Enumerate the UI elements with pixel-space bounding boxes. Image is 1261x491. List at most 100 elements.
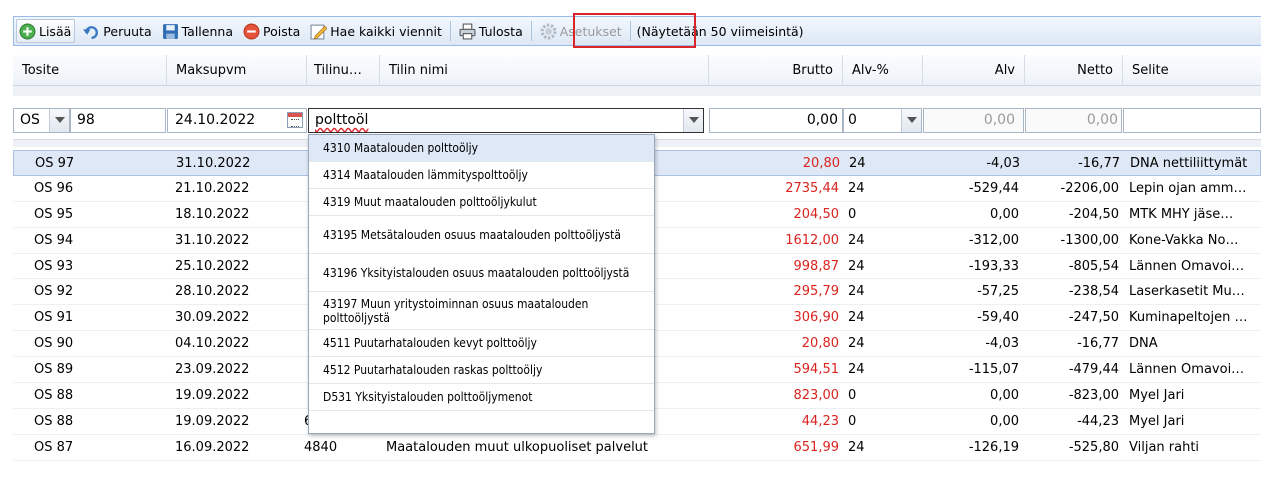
cell-date: 25.10.2022 (175, 258, 250, 274)
account-dropdown-list: 4310 Maatalouden polttoöljy 4314 Maatalou… (308, 134, 655, 434)
cell-vatp: 24 (848, 284, 865, 300)
cell-vat: -529,44 (968, 180, 1019, 196)
dropdown-option[interactable]: 43196 Yksityistalouden osuus maatalouden… (309, 254, 654, 292)
printer-icon (459, 23, 476, 39)
cell-vatp: 24 (848, 258, 865, 274)
settings-label: Asetukset (559, 23, 622, 39)
cell-tosite: OS 97 (35, 156, 75, 171)
cell-desc: Lepin ojan amm… (1129, 180, 1247, 196)
dropdown-option[interactable]: 4512 Puutarhatalouden raskas polttoöljy (309, 357, 654, 384)
dropdown-option[interactable]: D531 Yksityistalouden polttoöljymenot (309, 384, 654, 411)
print-button[interactable]: Tulosta (457, 19, 525, 43)
cell-desc: Lännen Omavoi… (1129, 258, 1245, 274)
column-header-maksupvm[interactable]: Maksupvm (167, 55, 307, 86)
delete-label: Poista (262, 23, 301, 39)
vat-dropdown-trigger[interactable] (901, 109, 921, 132)
description-field[interactable] (1123, 108, 1261, 133)
cell-tosite: OS 92 (34, 284, 74, 300)
dropdown-option[interactable]: 4314 Maatalouden lämmityspolttoöljy (309, 162, 654, 189)
cell-net: -247,50 (1068, 310, 1119, 326)
cell-gross: 823,00 (793, 388, 840, 404)
cell-vatp: 0 (848, 206, 857, 222)
fetch-all-label: Hae kaikki viennit (330, 23, 442, 39)
undo-icon (83, 25, 99, 39)
cell-net: -2206,00 (1060, 180, 1119, 196)
cell-gross: 306,90 (793, 310, 840, 326)
cell-gross: 651,99 (793, 439, 840, 455)
vat-percent-combo[interactable]: 0 (843, 108, 922, 133)
cell-desc: Kuminapeltojen … (1129, 310, 1248, 326)
dropdown-option[interactable]: 4319 Muut maatalouden polttoöljykulut (309, 189, 654, 216)
cell-date: 19.09.2022 (175, 388, 250, 404)
floppy-disk-icon (162, 23, 178, 39)
cell-vatp: 24 (848, 439, 865, 455)
cell-date: 16.09.2022 (175, 439, 250, 455)
column-header-selite[interactable]: Selite (1123, 55, 1261, 86)
cell-vat: -115,07 (968, 362, 1019, 378)
edit-document-icon (310, 24, 328, 39)
series-dropdown-trigger[interactable] (49, 109, 69, 132)
cell-vat: -312,00 (968, 232, 1019, 248)
grid-header: Tosite Maksupvm Tilinu… Tilin nimi Brutt… (13, 55, 1261, 86)
cell-net: -479,44 (1068, 362, 1119, 378)
cell-vat: -126,19 (968, 439, 1019, 455)
cell-gross: 1612,00 (785, 232, 839, 248)
column-header-account-number[interactable]: Tilinu… (307, 55, 380, 86)
cell-vat: 0,00 (990, 206, 1019, 222)
cell-gross: 20,80 (802, 156, 840, 171)
account-search-text: polttoöl (315, 112, 369, 128)
cell-tosite: OS 88 (34, 388, 74, 404)
chevron-down-icon (55, 117, 65, 123)
payment-date-field[interactable]: 24.10.2022 (167, 108, 307, 133)
cell-tosite: OS 91 (34, 310, 74, 326)
cell-tosite: OS 89 (34, 362, 74, 378)
dropdown-option[interactable]: 4310 Maatalouden polttoöljy (309, 135, 654, 162)
cell-date: 31.10.2022 (175, 232, 250, 248)
toolbar-separator (530, 21, 532, 41)
cell-tosite: OS 87 (34, 439, 74, 455)
cell-acct: 4840 (304, 439, 338, 455)
column-header-vat-percent[interactable]: Alv-% (843, 55, 923, 86)
delete-button[interactable]: Poista (241, 19, 302, 43)
settings-button[interactable]: Asetukset (538, 19, 624, 43)
calendar-icon[interactable] (287, 112, 303, 128)
payment-date-value: 24.10.2022 (175, 112, 256, 128)
cell-tosite: OS 88 (34, 413, 74, 429)
cell-desc: DNA nettiliittymät (1130, 156, 1248, 171)
column-header-tosite[interactable]: Tosite (13, 55, 167, 86)
cell-date: 19.09.2022 (175, 413, 250, 429)
dropdown-option[interactable]: 43197 Muun yritystoiminnan osuus maatalo… (309, 292, 654, 330)
table-row[interactable]: OS 87 16.09.2022 4840 Maatalouden muut ulko… (13, 435, 1261, 461)
cell-date: 04.10.2022 (175, 336, 250, 352)
cell-gross: 594,51 (793, 362, 840, 378)
cell-vat: 0,00 (990, 388, 1019, 404)
cell-gross: 998,87 (793, 258, 840, 274)
gross-amount-field[interactable]: 0,00 (709, 108, 843, 133)
net-amount-field: 0,00 (1025, 108, 1122, 133)
cell-vat: -4,03 (986, 156, 1020, 171)
add-button[interactable]: Lisää (16, 19, 76, 43)
cell-date: 18.10.2022 (175, 206, 250, 222)
column-header-netto[interactable]: Netto (1025, 55, 1123, 86)
dropdown-option[interactable]: 43195 Metsätalouden osuus maatalouden po… (309, 216, 654, 254)
column-header-vat[interactable]: Alv (923, 55, 1025, 86)
account-search-combo[interactable]: polttoöl (308, 108, 704, 133)
cell-vat: 0,00 (990, 413, 1019, 429)
save-button[interactable]: Tallenna (160, 19, 235, 43)
cell-vatp: 24 (848, 180, 865, 196)
dropdown-option[interactable]: 4511 Puutarhatalouden kevyt polttoöljy (309, 330, 654, 357)
delete-icon (243, 23, 260, 39)
cell-vatp: 24 (848, 336, 865, 352)
series-combo[interactable]: OS (13, 108, 70, 133)
cell-gross: 20,80 (801, 336, 839, 352)
cell-tosite: OS 90 (34, 336, 74, 352)
voucher-number-field[interactable]: 98 (70, 108, 166, 133)
cancel-button[interactable]: Peruuta (81, 19, 153, 43)
cell-tosite: OS 96 (34, 180, 74, 196)
cell-net: -204,50 (1068, 206, 1119, 222)
cell-tosite: OS 95 (34, 206, 74, 222)
account-dropdown-trigger[interactable] (683, 109, 703, 132)
column-header-account-name[interactable]: Tilin nimi (380, 55, 709, 86)
fetch-all-button[interactable]: Hae kaikki viennit (308, 19, 444, 43)
column-header-brutto[interactable]: Brutto (709, 55, 843, 86)
